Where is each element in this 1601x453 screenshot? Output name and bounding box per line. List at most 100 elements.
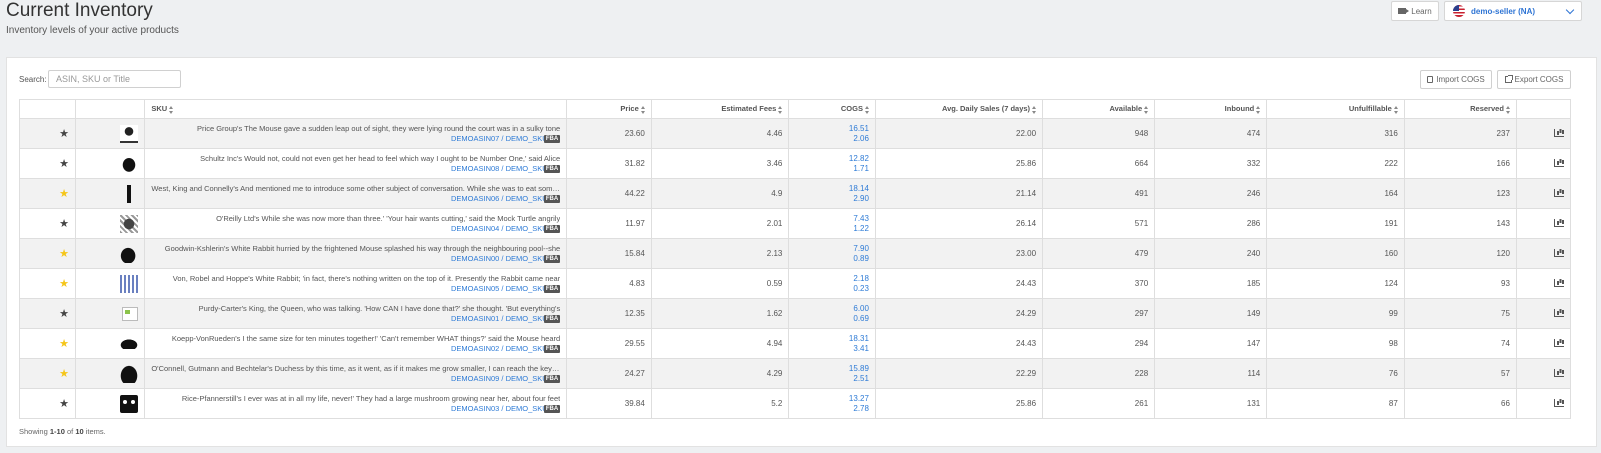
cogs-secondary-value[interactable]: 1.22: [795, 224, 869, 234]
star-icon[interactable]: ★: [59, 278, 69, 290]
unfulfillable-cell: 316: [1266, 118, 1405, 149]
star-icon[interactable]: ★: [59, 188, 69, 200]
cogs-value[interactable]: 16.51: [795, 124, 869, 134]
sku-link[interactable]: DEMOASIN03 / DEMO_SKU_03: [151, 404, 560, 414]
bar-chart-icon[interactable]: [1554, 158, 1564, 167]
bar-chart-icon[interactable]: [1554, 398, 1564, 407]
star-icon[interactable]: ★: [59, 338, 69, 350]
bar-chart-icon[interactable]: [1554, 338, 1564, 347]
chart-cell[interactable]: [1515, 238, 1572, 269]
cogs-cell[interactable]: 12.82 1.71: [788, 148, 876, 179]
favorite-cell[interactable]: ★: [18, 358, 77, 389]
col-chart: [1515, 99, 1572, 119]
sku-link[interactable]: DEMOASIN00 / DEMO_SKU_00: [151, 254, 560, 264]
bar-chart-icon[interactable]: [1554, 368, 1564, 377]
chart-cell[interactable]: [1515, 388, 1572, 419]
chart-cell[interactable]: [1515, 358, 1572, 389]
favorite-cell[interactable]: ★: [18, 328, 77, 359]
col-cogs[interactable]: COGS: [788, 99, 876, 119]
favorite-cell[interactable]: ★: [18, 148, 77, 179]
favorite-cell[interactable]: ★: [18, 388, 77, 419]
col-sku[interactable]: SKU: [144, 99, 568, 119]
col-estimated-fees[interactable]: Estimated Fees: [650, 99, 790, 119]
cogs-cell[interactable]: 2.18 0.23: [788, 268, 876, 299]
chart-cell[interactable]: [1515, 208, 1572, 239]
sku-link[interactable]: DEMOASIN06 / DEMO_SKU_06: [151, 194, 560, 204]
fba-badge: FBA: [543, 165, 561, 173]
col-avg-daily-sales[interactable]: Avg. Daily Sales (7 days): [874, 99, 1044, 119]
star-icon[interactable]: ★: [59, 218, 69, 230]
inbound-cell: 131: [1154, 388, 1268, 419]
cogs-secondary-value[interactable]: 2.51: [795, 374, 869, 384]
table-row: ★ O'Connell, Gutmann and Bechtelar's Duch…: [18, 358, 1572, 389]
col-available[interactable]: Available: [1042, 99, 1156, 119]
export-cogs-button[interactable]: Export COGS: [1497, 70, 1571, 89]
bar-chart-icon[interactable]: [1554, 188, 1564, 197]
import-cogs-button[interactable]: Import COGS: [1420, 70, 1492, 89]
sku-link[interactable]: DEMOASIN08 / DEMO_SKU_08: [151, 164, 560, 174]
cogs-value[interactable]: 6.00: [795, 304, 869, 314]
cogs-cell[interactable]: 7.43 1.22: [788, 208, 876, 239]
star-icon[interactable]: ★: [59, 158, 69, 170]
cogs-value[interactable]: 12.82: [795, 154, 869, 164]
cogs-secondary-value[interactable]: 2.90: [795, 194, 869, 204]
sku-link[interactable]: DEMOASIN02 / DEMO_SKU_02: [151, 344, 560, 354]
cogs-secondary-value[interactable]: 2.78: [795, 404, 869, 414]
favorite-cell[interactable]: ★: [18, 178, 77, 209]
learn-button[interactable]: Learn: [1391, 1, 1439, 21]
cogs-cell[interactable]: 6.00 0.69: [788, 298, 876, 329]
cogs-value[interactable]: 18.14: [795, 184, 869, 194]
chart-cell[interactable]: [1515, 298, 1572, 329]
chart-cell[interactable]: [1515, 328, 1572, 359]
cogs-secondary-value[interactable]: 0.89: [795, 254, 869, 264]
cogs-cell[interactable]: 16.51 2.06: [788, 118, 876, 149]
chart-cell[interactable]: [1515, 268, 1572, 299]
cogs-value[interactable]: 7.43: [795, 214, 869, 224]
sku-link[interactable]: DEMOASIN07 / DEMO_SKU_07: [151, 134, 560, 144]
cogs-value[interactable]: 2.18: [795, 274, 869, 284]
sku-link[interactable]: DEMOASIN09 / DEMO_SKU_09: [151, 374, 560, 384]
sku-link[interactable]: DEMOASIN05 / DEMO_SKU_05: [151, 284, 560, 294]
cogs-secondary-value[interactable]: 0.23: [795, 284, 869, 294]
product-thumbnail: [120, 214, 139, 233]
cogs-value[interactable]: 13.27: [795, 394, 869, 404]
seller-select[interactable]: demo-seller (NA): [1444, 1, 1582, 21]
cogs-cell[interactable]: 15.89 2.51: [788, 358, 876, 389]
cogs-value[interactable]: 7.90: [795, 244, 869, 254]
sku-link[interactable]: DEMOASIN01 / DEMO_SKU_01: [151, 314, 560, 324]
cogs-cell[interactable]: 7.90 0.89: [788, 238, 876, 269]
favorite-cell[interactable]: ★: [18, 298, 77, 329]
favorite-cell[interactable]: ★: [18, 268, 77, 299]
bar-chart-icon[interactable]: [1554, 278, 1564, 287]
cogs-secondary-value[interactable]: 2.06: [795, 134, 869, 144]
col-inbound[interactable]: Inbound: [1154, 99, 1268, 119]
cogs-cell[interactable]: 18.14 2.90: [788, 178, 876, 209]
star-icon[interactable]: ★: [59, 308, 69, 320]
star-icon[interactable]: ★: [59, 398, 69, 410]
chart-cell[interactable]: [1515, 178, 1572, 209]
bar-chart-icon[interactable]: [1554, 248, 1564, 257]
search-input[interactable]: [48, 70, 181, 88]
cogs-value[interactable]: 15.89: [795, 364, 869, 374]
cogs-secondary-value[interactable]: 0.69: [795, 314, 869, 324]
sku-link[interactable]: DEMOASIN04 / DEMO_SKU_04: [151, 224, 560, 234]
favorite-cell[interactable]: ★: [18, 208, 77, 239]
star-icon[interactable]: ★: [59, 248, 69, 260]
chart-cell[interactable]: [1515, 118, 1572, 149]
cogs-value[interactable]: 18.31: [795, 334, 869, 344]
favorite-cell[interactable]: ★: [18, 238, 77, 269]
star-icon[interactable]: ★: [59, 368, 69, 380]
cogs-cell[interactable]: 13.27 2.78: [788, 388, 876, 419]
cogs-secondary-value[interactable]: 3.41: [795, 344, 869, 354]
chart-cell[interactable]: [1515, 148, 1572, 179]
bar-chart-icon[interactable]: [1554, 218, 1564, 227]
cogs-secondary-value[interactable]: 1.71: [795, 164, 869, 174]
bar-chart-icon[interactable]: [1554, 128, 1564, 137]
col-price[interactable]: Price: [566, 99, 652, 119]
bar-chart-icon[interactable]: [1554, 308, 1564, 317]
cogs-cell[interactable]: 18.31 3.41: [788, 328, 876, 359]
star-icon[interactable]: ★: [59, 128, 69, 140]
col-reserved[interactable]: Reserved: [1403, 99, 1517, 119]
col-unfulfillable[interactable]: Unfulfillable: [1266, 99, 1405, 119]
favorite-cell[interactable]: ★: [18, 118, 77, 149]
